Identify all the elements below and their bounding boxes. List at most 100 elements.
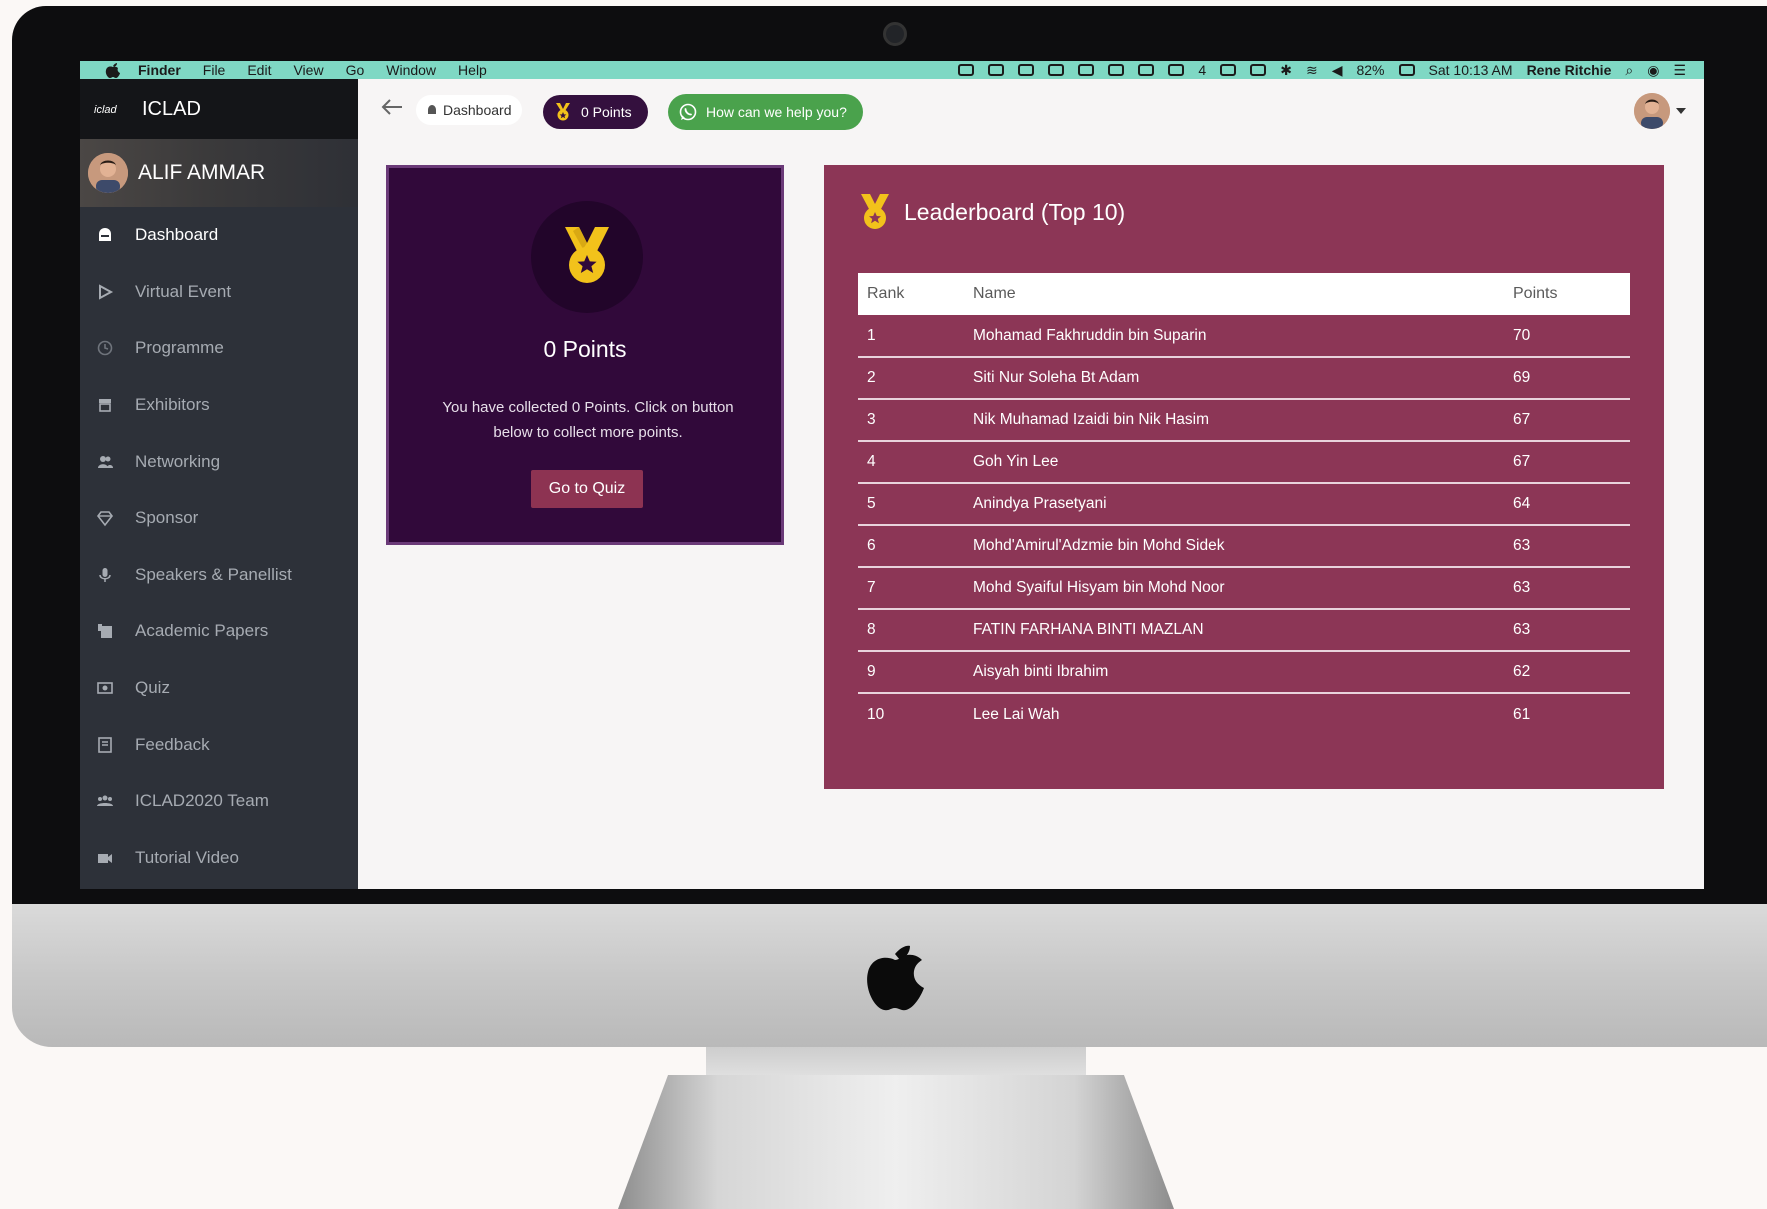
sidebar-item-label: Sponsor <box>135 508 199 528</box>
logo-text: iclad <box>94 104 118 116</box>
dashboard-icon <box>428 105 436 114</box>
sidebar-item-label: Programme <box>135 338 224 358</box>
bluetooth-icon[interactable]: ✱ <box>1280 62 1292 79</box>
rank-cell: 2 <box>858 357 964 400</box>
dropbox-icon[interactable] <box>1078 64 1095 76</box>
sidebar-item-sponsor[interactable]: Sponsor <box>80 490 358 547</box>
mac-menubar: Finder File Edit View Go Window Help 4 ✱… <box>80 61 1704 79</box>
sidebar-item-academic-papers[interactable]: Academic Papers <box>80 603 358 660</box>
leaderboard-table: Rank Name Points 1 Mohamad Fakhruddin bi… <box>858 273 1630 735</box>
whatsapp-icon <box>679 103 697 121</box>
points-card: 0 Points You have collected 0 Points. Cl… <box>386 165 784 545</box>
status-icon[interactable] <box>1138 64 1155 76</box>
points-cell: 67 <box>1504 399 1630 442</box>
monitor-neck <box>706 1047 1086 1077</box>
name-cell: FATIN FARHANA BINTI MAZLAN <box>964 609 1504 652</box>
menu-go[interactable]: Go <box>346 62 365 78</box>
papers-icon <box>94 620 116 642</box>
sidebar-item-quiz[interactable]: Quiz <box>80 660 358 717</box>
avatar[interactable] <box>1634 93 1670 129</box>
notification-center-icon[interactable]: ☰ <box>1673 62 1686 79</box>
column-header-rank: Rank <box>858 273 964 315</box>
clock-icon <box>94 337 116 359</box>
name-cell: Nik Muhamad Izaidi bin Nik Hasim <box>964 399 1504 442</box>
name-cell: Anindya Prasetyani <box>964 483 1504 526</box>
battery-icon[interactable] <box>1398 64 1415 76</box>
menubar-status-area: 4 ✱ ≋ ◀ 82% Sat 10:13 AM Rene Ritchie ⌕ … <box>958 61 1686 79</box>
breadcrumb[interactable]: Dashboard <box>416 95 522 125</box>
help-button[interactable]: How can we help you? <box>668 94 863 130</box>
medal-badge <box>531 201 643 313</box>
sidebar-item-tutorial-video[interactable]: Tutorial Video <box>80 830 358 887</box>
leaderboard-header: Leaderboard (Top 10) <box>858 193 1125 231</box>
menu-view[interactable]: View <box>293 62 323 78</box>
sidebar-item-virtual-event[interactable]: Virtual Event <box>80 264 358 321</box>
status-count[interactable]: 4 <box>1198 62 1206 78</box>
points-cell: 67 <box>1504 441 1630 484</box>
menu-finder[interactable]: Finder <box>138 62 181 78</box>
sidebar-item-label: ICLAD2020 Team <box>135 791 269 811</box>
menu-edit[interactable]: Edit <box>247 62 271 78</box>
points-cell: 63 <box>1504 567 1630 610</box>
sidebar-item-exhibitors[interactable]: Exhibitors <box>80 377 358 434</box>
points-cell: 63 <box>1504 525 1630 568</box>
monitor-stand <box>618 1075 1174 1209</box>
time-machine-icon[interactable] <box>1250 64 1267 76</box>
points-badge[interactable]: 0 Points <box>543 95 648 129</box>
battery-percent[interactable]: 82% <box>1356 62 1384 78</box>
microphone-icon <box>94 564 116 586</box>
rank-cell: 6 <box>858 525 964 568</box>
user-profile[interactable]: ALIF AMMAR <box>80 139 358 207</box>
siri-icon[interactable]: ◉ <box>1647 62 1659 79</box>
rank-cell: 5 <box>858 483 964 526</box>
table-row: 8 FATIN FARHANA BINTI MAZLAN 63 <box>858 609 1630 652</box>
sidebar: iclad ICLAD ALIF AMMAR Dashboard Virtual… <box>80 79 358 889</box>
rank-cell: 10 <box>867 705 885 723</box>
wifi-icon[interactable]: ≋ <box>1306 62 1318 79</box>
status-icon[interactable] <box>1168 64 1185 76</box>
status-icon[interactable] <box>988 64 1005 76</box>
airplay-icon[interactable] <box>1220 64 1237 76</box>
rank-cell: 1 <box>858 315 964 358</box>
camera-icon <box>883 22 907 46</box>
name-cell: Mohd'Amirul'Adzmie bin Mohd Sidek <box>964 525 1504 568</box>
rank-cell: 9 <box>858 651 964 694</box>
chevron-down-icon[interactable] <box>1676 108 1686 114</box>
table-row: 1 Mohamad Fakhruddin bin Suparin 70 <box>858 315 1630 358</box>
name-cell: Lee Lai Wah <box>973 705 1060 723</box>
rank-cell: 8 <box>858 609 964 652</box>
sidebar-item-networking[interactable]: Networking <box>80 433 358 490</box>
column-header-points: Points <box>1504 273 1630 315</box>
sidebar-item-programme[interactable]: Programme <box>80 320 358 377</box>
back-arrow-icon[interactable] <box>378 93 406 121</box>
menu-window[interactable]: Window <box>386 62 436 78</box>
sidebar-item-dashboard[interactable]: Dashboard <box>80 207 358 264</box>
play-icon <box>94 281 116 303</box>
store-icon <box>94 394 116 416</box>
table-row: 9 Aisyah binti Ibrahim 62 <box>858 651 1630 694</box>
status-icon[interactable] <box>1018 64 1035 76</box>
menubar-clock[interactable]: Sat 10:13 AM <box>1429 62 1513 78</box>
status-icon[interactable] <box>1048 64 1065 76</box>
quiz-icon <box>94 677 116 699</box>
avatar[interactable] <box>88 153 128 193</box>
volume-icon[interactable]: ◀ <box>1332 62 1343 79</box>
menu-help[interactable]: Help <box>458 62 487 78</box>
go-to-quiz-button[interactable]: Go to Quiz <box>531 470 643 508</box>
apple-menu-icon[interactable] <box>104 62 122 78</box>
status-icon[interactable] <box>958 64 975 76</box>
sidebar-item-label: Exhibitors <box>135 395 210 415</box>
sidebar-item-speakers[interactable]: Speakers & Panellist <box>80 547 358 604</box>
screen: Finder File Edit View Go Window Help 4 ✱… <box>80 61 1704 889</box>
table-header-row: Rank Name Points <box>858 273 1630 315</box>
sidebar-item-feedback[interactable]: Feedback <box>80 716 358 773</box>
user-menu[interactable] <box>1634 93 1686 129</box>
spotlight-search-icon[interactable]: ⌕ <box>1625 62 1633 79</box>
status-icon[interactable] <box>1108 64 1125 76</box>
menu-file[interactable]: File <box>203 62 226 78</box>
medal-icon <box>556 103 570 121</box>
menubar-user[interactable]: Rene Ritchie <box>1527 62 1612 78</box>
leaderboard-card: Leaderboard (Top 10) Rank Name Points 1 … <box>824 165 1664 789</box>
sidebar-item-team[interactable]: ICLAD2020 Team <box>80 773 358 830</box>
feedback-icon <box>94 734 116 756</box>
